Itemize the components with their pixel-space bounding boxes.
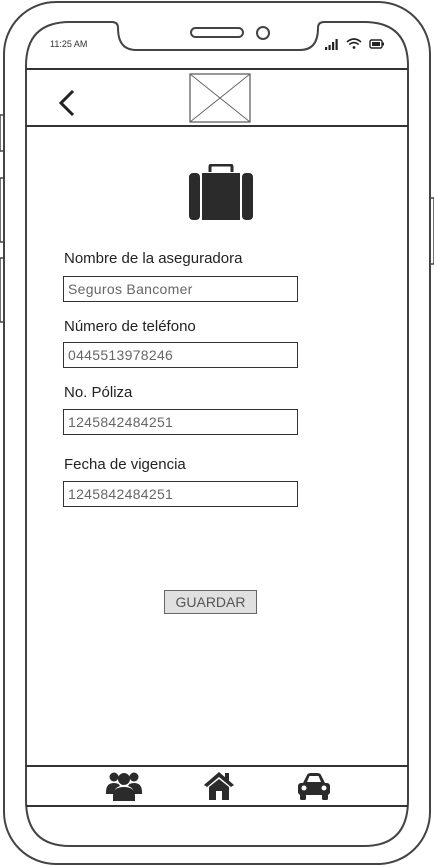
battery-icon: [369, 39, 384, 49]
users-icon[interactable]: [106, 770, 142, 802]
wifi-icon: [346, 38, 362, 49]
chevron-left-icon: [58, 89, 75, 117]
validity-date-input[interactable]: [63, 481, 298, 507]
phone-number-label: Número de teléfono: [64, 318, 196, 335]
insurer-name-label: Nombre de la aseguradora: [64, 250, 243, 267]
policy-number-label: No. Póliza: [64, 384, 133, 401]
save-button[interactable]: GUARDAR: [164, 590, 257, 614]
home-icon[interactable]: [203, 771, 235, 801]
policy-number-input[interactable]: [63, 409, 298, 435]
insurer-name-input[interactable]: [63, 276, 298, 302]
phone-number-input[interactable]: [63, 342, 298, 368]
logo-image-placeholder: [189, 73, 251, 123]
back-button[interactable]: [56, 88, 78, 120]
validity-date-label: Fecha de vigencia: [64, 456, 186, 473]
car-icon[interactable]: [297, 772, 331, 802]
briefcase-icon: [189, 164, 253, 220]
status-icons: [325, 38, 384, 50]
signal-icon: [325, 39, 338, 50]
status-time: 11:25 AM: [50, 39, 88, 49]
